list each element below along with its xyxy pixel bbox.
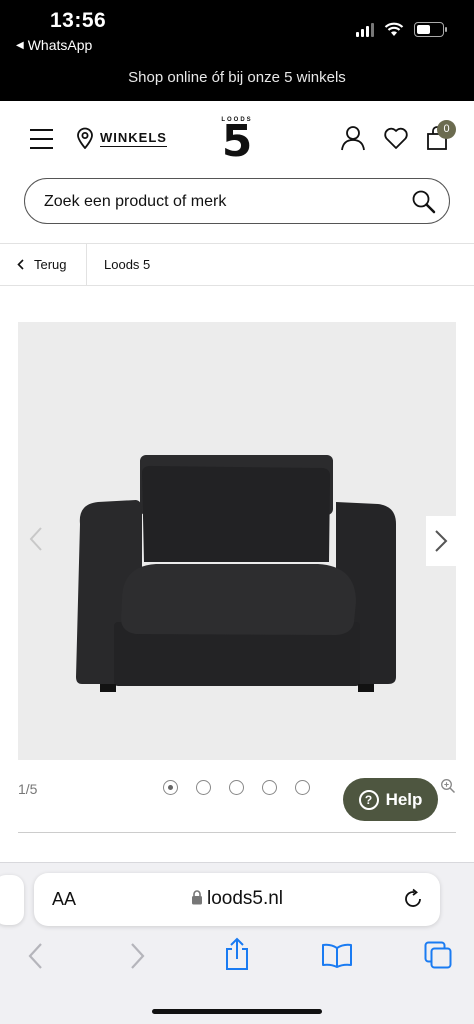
section-divider xyxy=(18,832,456,833)
url-text: loods5.nl xyxy=(206,888,284,909)
status-icons xyxy=(356,22,447,37)
product-image-gallery[interactable] xyxy=(18,322,456,760)
chevron-right-icon xyxy=(435,530,448,552)
share-icon[interactable] xyxy=(224,937,250,971)
promo-banner: Shop online óf bij onze 5 winkels xyxy=(0,62,474,101)
stores-link[interactable]: WINKELS xyxy=(76,127,167,149)
status-bar: 13:56 ◀ WhatsApp xyxy=(0,0,474,62)
gallery-dot-1[interactable] xyxy=(163,780,178,795)
back-app-label: WhatsApp xyxy=(27,37,93,53)
address-bar[interactable]: AA loods5.nl xyxy=(34,873,440,926)
gallery-pagination xyxy=(163,780,310,795)
loods5-logo[interactable]: LOODS 5 xyxy=(214,116,260,167)
search-placeholder: Zoek een product of merk xyxy=(44,193,227,210)
back-button[interactable]: Terug xyxy=(17,244,67,285)
gallery-next-button[interactable] xyxy=(426,516,456,566)
search-icon[interactable] xyxy=(411,189,437,215)
zoom-icon[interactable] xyxy=(440,778,456,794)
back-to-app-link[interactable]: ◀ WhatsApp xyxy=(16,37,92,53)
site-header: WINKELS LOODS 5 xyxy=(0,101,474,176)
browser-forward-icon[interactable] xyxy=(129,941,147,971)
stores-label: WINKELS xyxy=(100,129,167,147)
wifi-icon xyxy=(384,22,404,36)
back-triangle-icon: ◀ xyxy=(16,39,24,51)
question-icon: ? xyxy=(358,789,379,810)
cart-count-badge: 0 xyxy=(437,120,456,139)
chevron-left-icon xyxy=(17,259,24,270)
armchair-product-image xyxy=(76,455,396,692)
gallery-dot-3[interactable] xyxy=(229,780,244,795)
gallery-dot-5[interactable] xyxy=(295,780,310,795)
browser-back-icon[interactable] xyxy=(26,941,44,971)
image-counter: 1/5 xyxy=(18,781,38,797)
gallery-dot-2[interactable] xyxy=(196,780,211,795)
bookmarks-icon[interactable] xyxy=(321,943,353,969)
breadcrumb: Terug Loods 5 xyxy=(0,243,474,286)
help-button[interactable]: ? Help xyxy=(343,778,438,821)
reload-icon[interactable] xyxy=(402,888,424,910)
status-time: 13:56 xyxy=(50,9,107,32)
back-label: Terug xyxy=(34,257,67,272)
home-indicator xyxy=(152,1009,322,1014)
browser-bottom-bar: AA loods5.nl xyxy=(0,862,474,1024)
menu-button[interactable] xyxy=(30,129,53,149)
tabs-icon[interactable] xyxy=(424,941,452,969)
search-input[interactable]: Zoek een product of merk xyxy=(24,178,450,224)
lock-icon xyxy=(191,890,202,905)
location-pin-icon xyxy=(77,127,93,149)
breadcrumb-divider xyxy=(86,244,87,285)
help-label: Help xyxy=(385,789,423,809)
battery-icon xyxy=(414,22,447,37)
previous-tab-preview[interactable] xyxy=(0,875,24,925)
url-display[interactable]: loods5.nl xyxy=(34,888,440,910)
gallery-dot-4[interactable] xyxy=(262,780,277,795)
gallery-prev-arrow-icon[interactable] xyxy=(28,526,44,552)
wishlist-heart-icon[interactable] xyxy=(383,125,409,151)
logo-number: 5 xyxy=(221,116,253,167)
breadcrumb-current[interactable]: Loods 5 xyxy=(104,257,150,272)
cellular-signal-icon xyxy=(356,22,374,37)
account-icon[interactable] xyxy=(340,125,366,151)
